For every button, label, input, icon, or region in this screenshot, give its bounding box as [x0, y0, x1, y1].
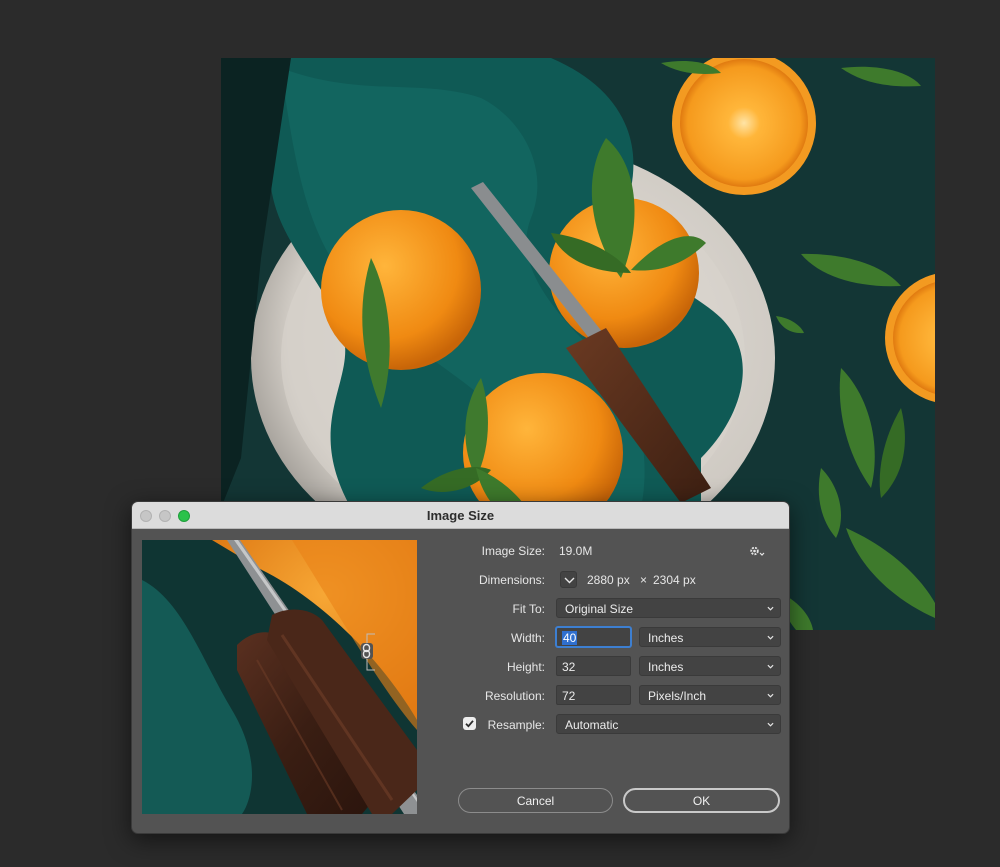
image-size-dialog: Image Size Image Size: 19.0M Dimensions:…	[131, 501, 790, 834]
resolution-unit-value: Pixels/Inch	[648, 689, 707, 703]
fit-to-select[interactable]: Original Size	[556, 598, 781, 618]
resolution-value: 72	[562, 689, 576, 703]
resample-select[interactable]: Automatic	[556, 714, 781, 734]
chevron-down-icon	[767, 635, 774, 640]
chevron-down-icon	[767, 722, 774, 727]
width-unit-value: Inches	[648, 631, 684, 645]
resample-value: Automatic	[565, 718, 619, 732]
chevron-down-icon	[767, 664, 774, 669]
width-row: Width: 40 Inches	[427, 627, 781, 649]
cancel-button[interactable]: Cancel	[458, 788, 613, 813]
checkmark-icon	[465, 720, 474, 728]
image-preview[interactable]	[142, 540, 417, 814]
chevron-down-icon	[564, 577, 575, 584]
dimensions-height-value: 2304 px	[653, 573, 696, 587]
dimensions-times: ×	[640, 573, 648, 587]
height-unit-select[interactable]: Inches	[639, 656, 781, 676]
gear-icon[interactable]	[749, 544, 765, 562]
image-size-row: Image Size: 19.0M	[427, 540, 779, 562]
height-unit-value: Inches	[648, 660, 684, 674]
ok-button[interactable]: OK	[623, 788, 780, 813]
height-input[interactable]: 32	[556, 656, 631, 676]
height-label: Height:	[506, 660, 545, 674]
image-size-label: Image Size:	[481, 544, 545, 558]
chevron-down-icon	[767, 693, 774, 698]
width-input[interactable]: 40	[556, 627, 631, 647]
dimensions-units-toggle[interactable]	[560, 571, 577, 588]
fit-to-label: Fit To:	[512, 602, 545, 616]
resample-checkbox[interactable]	[463, 717, 476, 730]
dimensions-width-value: 2880 px	[587, 573, 630, 587]
fit-to-value: Original Size	[565, 602, 634, 616]
fit-to-row: Fit To: Original Size	[427, 598, 781, 620]
chevron-down-icon	[767, 606, 774, 611]
height-value: 32	[562, 660, 576, 674]
image-size-value: 19.0M	[559, 544, 593, 558]
dialog-title: Image Size	[426, 508, 495, 523]
dimensions-label: Dimensions:	[478, 573, 545, 587]
dialog-titlebar[interactable]: Image Size	[132, 502, 789, 529]
resample-label: Resample:	[487, 718, 545, 732]
resolution-unit-select[interactable]: Pixels/Inch	[639, 685, 781, 705]
resample-row: Resample: Automatic	[427, 714, 781, 736]
width-unit-select[interactable]: Inches	[639, 627, 781, 647]
resolution-input[interactable]: 72	[556, 685, 631, 705]
constrain-proportions-link[interactable]	[357, 633, 379, 676]
resolution-label: Resolution:	[484, 689, 545, 703]
resolution-row: Resolution: 72 Pixels/Inch	[427, 685, 781, 707]
height-row: Height: 32 Inches	[427, 656, 781, 678]
width-label: Width:	[510, 631, 545, 645]
width-value: 40	[562, 631, 578, 645]
dimensions-row: Dimensions: 2880 px × 2304 px	[427, 569, 779, 591]
